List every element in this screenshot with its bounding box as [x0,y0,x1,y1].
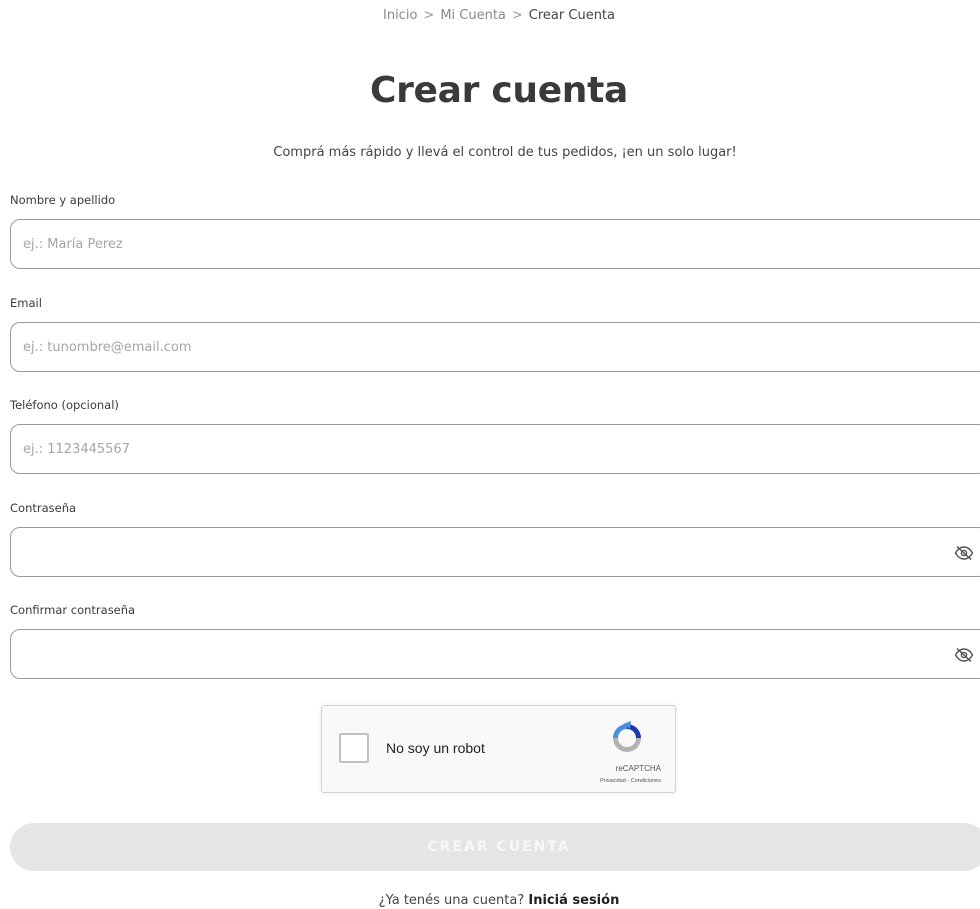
email-label: Email [10,296,42,310]
breadcrumb-separator: > [511,8,523,23]
password-label: Contraseña [10,501,77,515]
recaptcha-widget: No soy un robot reCAPTCHA Privacidad - C… [321,705,676,793]
breadcrumb-current: Crear Cuenta [528,8,615,23]
login-link[interactable]: Iniciá sesión [528,893,619,908]
page-subtitle: Comprá más rápido y llevá el control de … [273,145,737,160]
login-prompt-text: ¿Ya tenés una cuenta? [378,893,525,908]
recaptcha-logo-icon [613,721,641,752]
name-label: Nombre y apellido [10,193,116,207]
breadcrumb-account-link[interactable]: Mi Cuenta [440,8,506,23]
recaptcha-brand: reCAPTCHA [615,764,661,773]
eye-off-icon[interactable] [954,647,974,663]
page-title: Crear cuenta [369,70,629,111]
password-input[interactable] [10,527,980,577]
phone-input[interactable] [10,424,980,474]
recaptcha-terms-link[interactable]: Privacidad - Condiciones [600,778,661,784]
confirm-password-input[interactable] [10,629,980,679]
name-input[interactable] [10,219,980,269]
phone-label: Teléfono (opcional) [10,398,119,412]
create-account-button[interactable]: CREAR CUENTA [10,823,980,871]
breadcrumb-home-link[interactable]: Inicio [383,8,417,23]
confirm-password-label: Confirmar contraseña [10,603,136,617]
login-prompt: ¿Ya tenés una cuenta? Iniciá sesión [0,893,980,908]
breadcrumb: Inicio > Mi Cuenta > Crear Cuenta [0,8,980,23]
recaptcha-checkbox[interactable] [339,733,369,763]
email-input[interactable] [10,322,980,372]
recaptcha-label: No soy un robot [386,740,485,756]
breadcrumb-separator: > [423,8,435,23]
eye-off-icon[interactable] [954,545,974,561]
